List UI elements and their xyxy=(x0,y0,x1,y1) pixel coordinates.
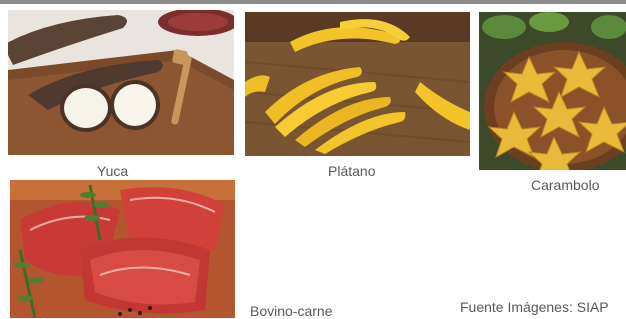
bovino-carne-image xyxy=(10,180,235,318)
source-credit: Fuente Imágenes: SIAP xyxy=(460,299,609,315)
carambolo-image xyxy=(479,12,626,170)
platano-caption: Plátano xyxy=(328,163,376,179)
carambolo-caption: Carambolo xyxy=(531,177,600,193)
yuca-image xyxy=(8,10,234,155)
platano-image xyxy=(245,12,470,156)
bovino-carne-caption: Bovino-carne xyxy=(250,303,333,319)
top-rule xyxy=(0,0,626,4)
yuca-caption: Yuca xyxy=(97,163,129,179)
